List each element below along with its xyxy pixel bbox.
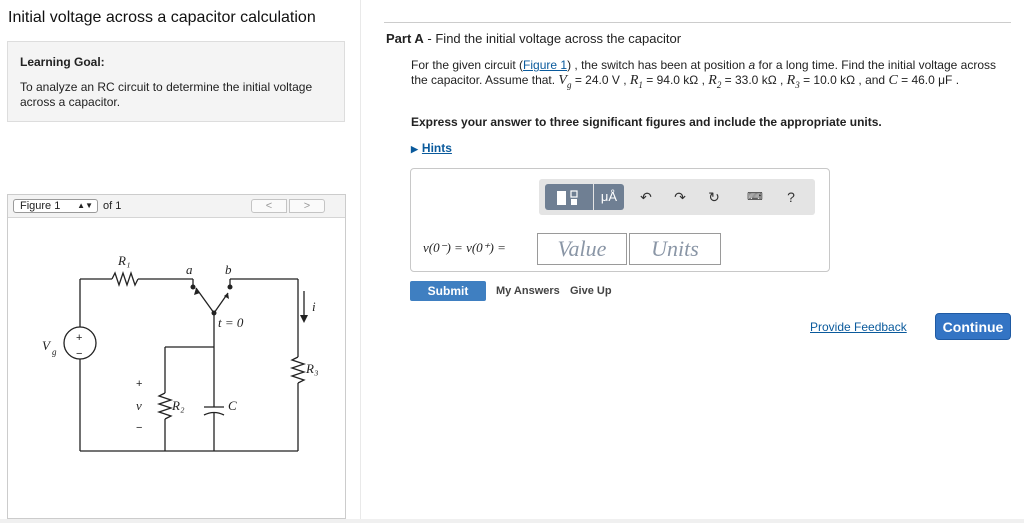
learning-goal-title: Learning Goal:: [20, 55, 105, 69]
provide-feedback-link[interactable]: Provide Feedback: [810, 320, 907, 334]
problem-text: For the given circuit (: [411, 58, 524, 72]
column-divider: [360, 0, 361, 523]
label-i: i: [312, 299, 316, 314]
keyboard-button[interactable]: ⌨: [743, 184, 767, 210]
part-label: Part A: [386, 31, 424, 46]
answer-box: μÅ ↶ ↷ ↻ ⌨ ? v(0⁻) = v(0⁺) = Value Units: [410, 168, 830, 272]
redo-button[interactable]: ↷: [670, 184, 690, 210]
triangle-right-icon: ▶: [411, 144, 418, 154]
figure-count: of 1: [103, 200, 122, 212]
figure-select-value: Figure 1: [20, 200, 61, 212]
template-button[interactable]: [545, 184, 593, 210]
my-answers-link[interactable]: My Answers: [496, 285, 560, 297]
figure-panel: Figure 1 ▲▼ of 1 < > R₁ a b t = 0 i R₃ V…: [7, 194, 346, 519]
units-button[interactable]: μÅ: [594, 184, 624, 210]
figure-link[interactable]: Figure 1: [523, 58, 567, 72]
submit-button[interactable]: Submit: [410, 281, 486, 301]
equation-label: v(0⁻) = v(0⁺) =: [423, 240, 506, 255]
circuit-diagram: R₁ a b t = 0 i R₃ V g v R₂ C + − + −: [42, 253, 318, 452]
label-a: a: [186, 262, 193, 277]
learning-goal-box: Learning Goal: To analyze an RC circuit …: [7, 41, 345, 122]
problem-statement: For the given circuit (Figure 1) , the s…: [411, 58, 996, 90]
learning-goal-text: To analyze an RC circuit to determine th…: [20, 80, 313, 109]
undo-button[interactable]: ↶: [636, 184, 656, 210]
problem-text: = 33.0 kΩ ,: [721, 73, 787, 87]
figure-select[interactable]: Figure 1 ▲▼: [13, 199, 98, 213]
problem-text: ) , the switch has been at position: [567, 58, 749, 72]
v-minus: −: [136, 422, 142, 434]
updown-arrows-icon: ▲▼: [77, 201, 93, 210]
units-input[interactable]: Units: [629, 233, 721, 265]
hints-label: Hints: [421, 141, 452, 155]
label-r2: R₂: [171, 398, 185, 413]
continue-button[interactable]: Continue: [935, 313, 1011, 340]
template-icon: [557, 190, 578, 206]
math-toolbar: μÅ ↶ ↷ ↻ ⌨ ?: [539, 179, 815, 215]
redo-icon: ↷: [674, 189, 686, 205]
problem-text: = 24.0 V ,: [571, 73, 630, 87]
problem-text: = 94.0 kΩ ,: [642, 73, 709, 87]
header-divider: [384, 22, 1011, 23]
part-title-text: - Find the initial voltage across the ca…: [423, 31, 682, 46]
problem-text: = 46.0 μF .: [897, 73, 960, 87]
keyboard-icon: ⌨: [747, 191, 763, 203]
label-r3: R₃: [305, 361, 318, 376]
next-figure-button[interactable]: >: [289, 199, 325, 213]
label-vg-sub: g: [52, 347, 57, 357]
page-title: Initial voltage across a capacitor calcu…: [8, 9, 316, 26]
label-c: C: [228, 398, 237, 413]
hints-toggle[interactable]: ▶ Hints: [411, 141, 452, 155]
bottom-rule: [0, 519, 1024, 523]
label-b: b: [225, 262, 232, 277]
label-t: t = 0: [218, 315, 244, 330]
instruction-text: Express your answer to three significant…: [411, 115, 882, 129]
reset-button[interactable]: ↻: [704, 184, 724, 210]
label-v: v: [136, 398, 142, 413]
reset-icon: ↻: [708, 189, 720, 205]
help-button[interactable]: ?: [781, 184, 801, 210]
source-minus: −: [76, 348, 82, 360]
undo-icon: ↶: [640, 189, 652, 205]
source-plus: +: [76, 332, 82, 344]
part-title: Part A - Find the initial voltage across…: [386, 31, 681, 46]
value-input[interactable]: Value: [537, 233, 627, 265]
previous-figure-button[interactable]: <: [251, 199, 287, 213]
v-plus: +: [136, 378, 142, 390]
label-r1: R₁: [117, 253, 130, 268]
label-vg: V: [42, 338, 52, 353]
figure-toolbar: Figure 1 ▲▼ of 1 < >: [8, 195, 345, 218]
give-up-link[interactable]: Give Up: [570, 285, 612, 297]
problem-text: = 10.0 kΩ , and: [799, 73, 889, 87]
